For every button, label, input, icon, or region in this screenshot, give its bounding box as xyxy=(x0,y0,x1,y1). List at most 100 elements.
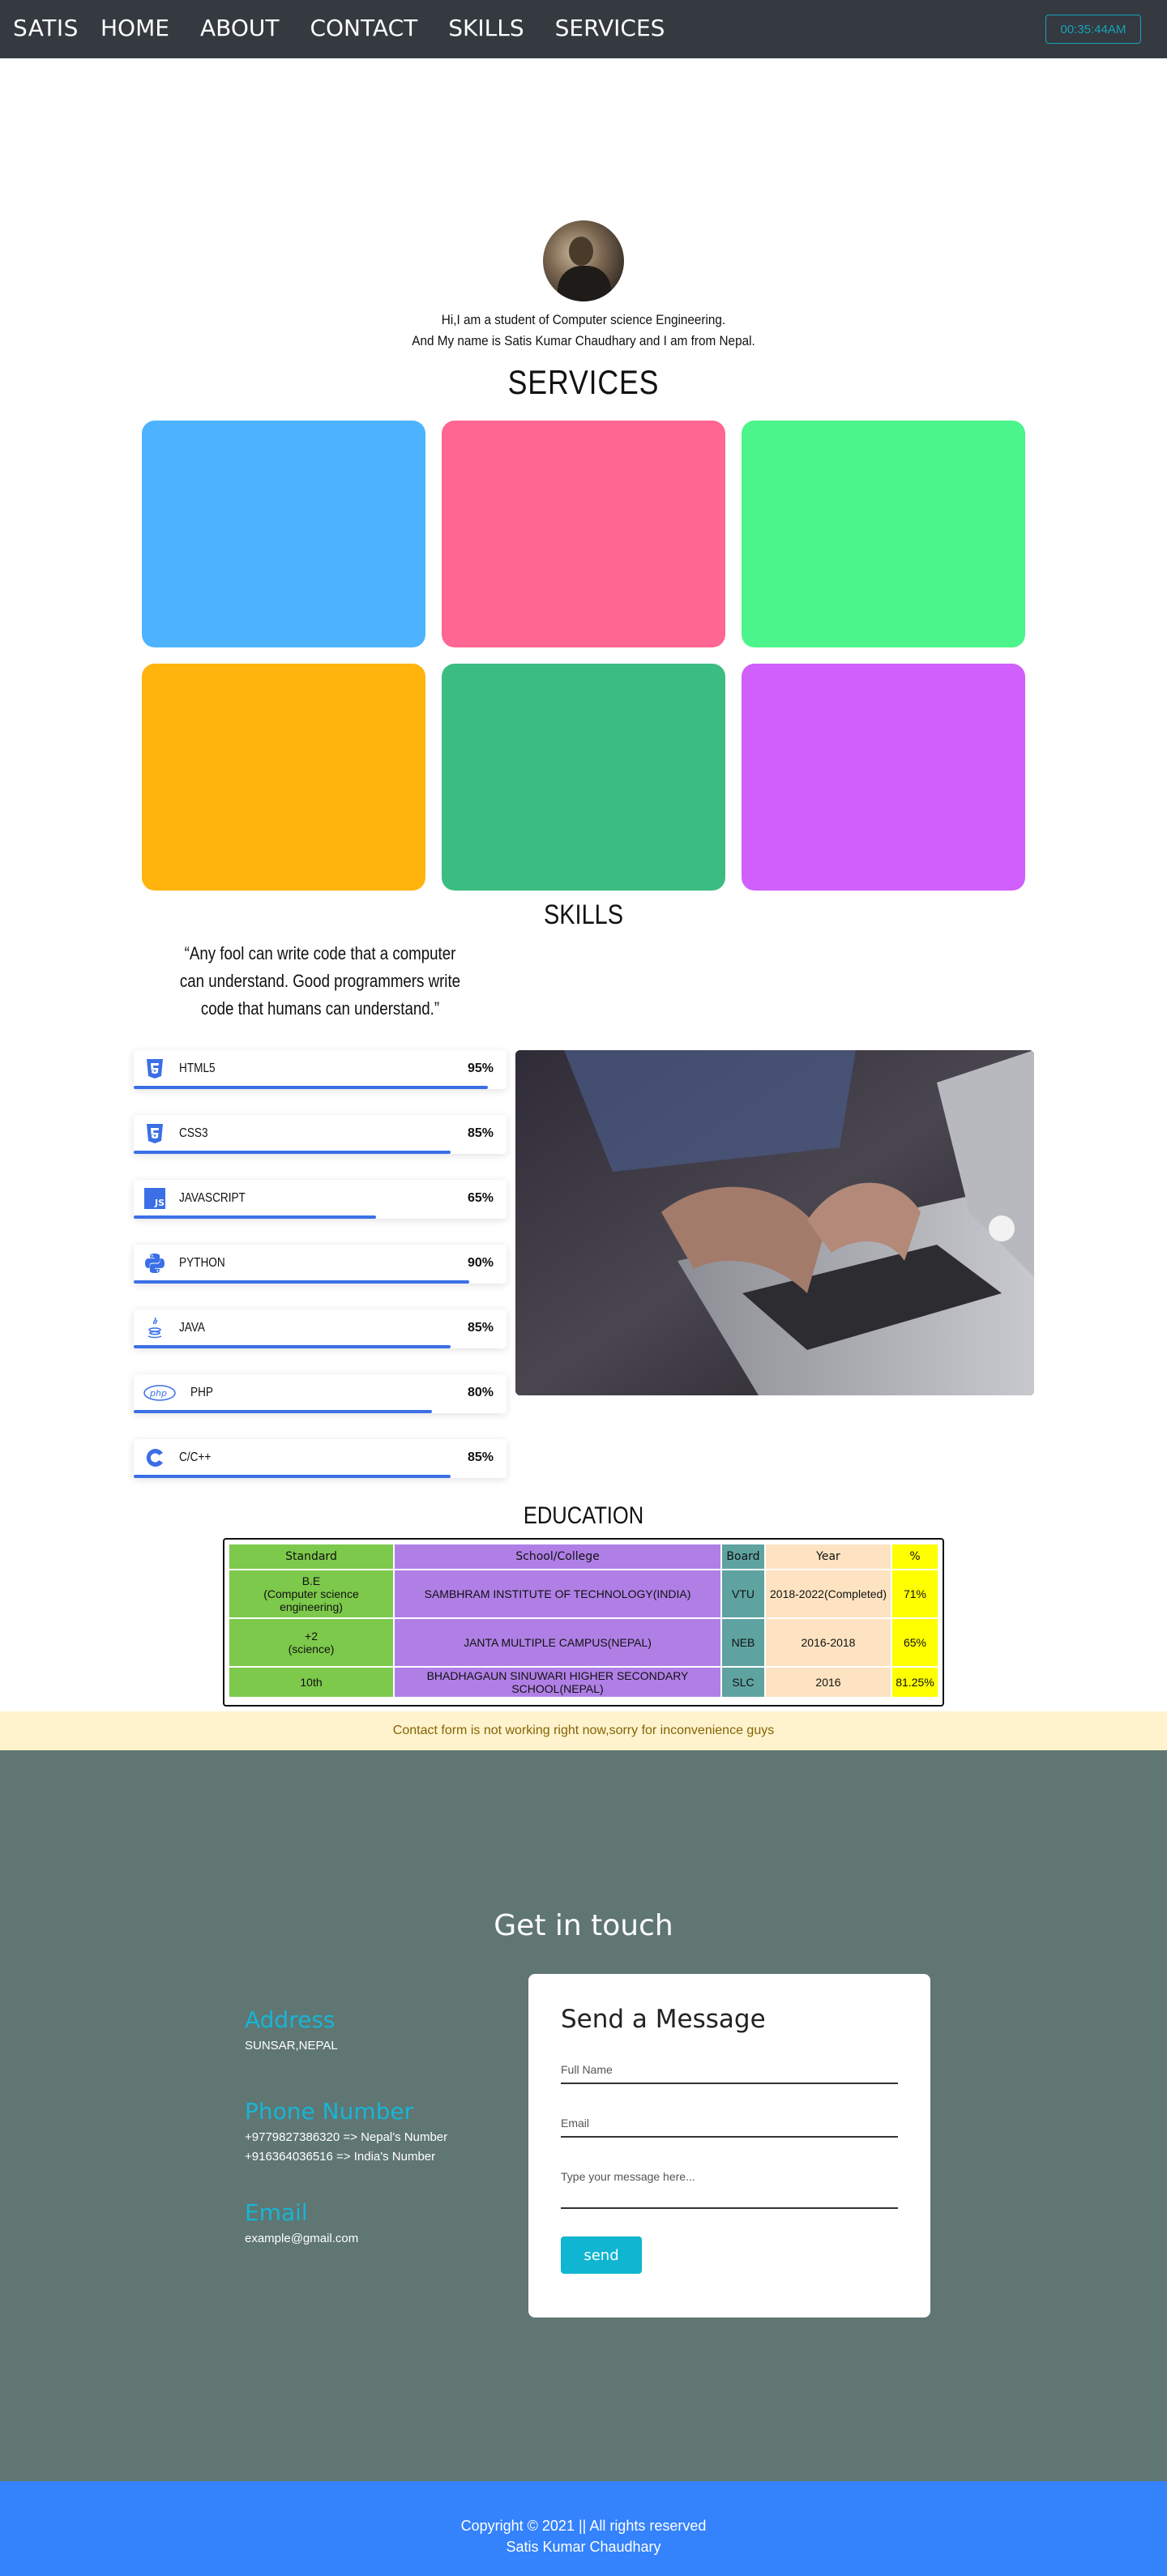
svg-text:JS: JS xyxy=(154,1198,165,1208)
service-card-6[interactable] xyxy=(742,664,1025,891)
skill-progress-bar xyxy=(134,1151,451,1154)
message-field[interactable]: Type your message here... xyxy=(561,2170,898,2209)
message-form: Send a Message Full Name Email Type your… xyxy=(528,1974,930,2318)
skill-name: JAVA xyxy=(179,1321,205,1335)
email-field[interactable]: Email xyxy=(561,2117,898,2138)
nav-links: HOME ABOUT CONTACT SKILLS SERVICES xyxy=(100,15,665,41)
service-card-3[interactable] xyxy=(742,421,1025,647)
table-cell: BHADHAGAUN SINUWARI HIGHER SECONDARY SCH… xyxy=(395,1668,720,1697)
table-cell: SLC xyxy=(722,1668,764,1697)
table-cell: 2016-2018 xyxy=(766,1619,891,1666)
table-cell: VTU xyxy=(722,1570,764,1617)
skill-name: PYTHON xyxy=(179,1256,225,1270)
standard-text: +2 xyxy=(305,1630,318,1643)
table-header: Board xyxy=(722,1544,764,1569)
python-icon xyxy=(143,1253,166,1274)
table-cell: B.E (Computer science engineering) xyxy=(229,1570,393,1617)
table-header: Standard xyxy=(229,1544,393,1569)
nav-link-about[interactable]: ABOUT xyxy=(200,15,280,41)
table-row: 10th BHADHAGAUN SINUWARI HIGHER SECONDAR… xyxy=(229,1668,938,1697)
table-row: +2 (science) JANTA MULTIPLE CAMPUS(NEPAL… xyxy=(229,1619,938,1666)
education-table: Standard School/College Board Year % B.E… xyxy=(228,1543,939,1698)
avatar-head-shape xyxy=(569,237,593,266)
laptop-photo xyxy=(515,1050,1034,1395)
brand-logo[interactable]: SATIS xyxy=(13,15,79,41)
js-icon: JS xyxy=(143,1188,166,1209)
notice-banner: Contact form is not working right now,so… xyxy=(0,1711,1167,1750)
skill-percent: 80% xyxy=(467,1386,494,1399)
contact-title: Get in touch xyxy=(494,1909,673,1942)
phone-value-1: +9779827386320 => Nepal's Number xyxy=(245,2130,448,2144)
table-row: B.E (Computer science engineering) SAMBH… xyxy=(229,1570,938,1617)
navbar: SATIS HOME ABOUT CONTACT SKILLS SERVICES… xyxy=(0,0,1167,58)
intro-line-2: And My name is Satis Kumar Chaudhary and… xyxy=(412,333,755,348)
table-cell: 65% xyxy=(892,1619,938,1666)
skills-quote: “Any fool can write code that a computer… xyxy=(179,943,461,1019)
svg-text:php: php xyxy=(149,1388,167,1399)
skill-name: HTML5 xyxy=(179,1062,216,1075)
form-title: Send a Message xyxy=(561,2005,766,2034)
table-cell: NEB xyxy=(722,1619,764,1666)
footer: Copyright © 2021 || All rights reserved … xyxy=(0,2481,1167,2576)
nav-link-home[interactable]: HOME xyxy=(100,15,169,41)
avatar-body-shape xyxy=(558,266,611,301)
skill-name: CSS3 xyxy=(179,1126,208,1140)
contact-section: Get in touch Address SUNSAR,NEPAL Phone … xyxy=(0,1750,1167,2481)
address-value: SUNSAR,NEPAL xyxy=(245,2039,338,2053)
html5-icon xyxy=(143,1058,166,1079)
nav-link-contact[interactable]: CONTACT xyxy=(310,15,417,41)
table-header: School/College xyxy=(395,1544,720,1569)
clock-display: 00:35:44AM xyxy=(1045,15,1141,44)
phone-value-2: +916364036516 => India's Number xyxy=(245,2150,436,2164)
standard-text: B.E xyxy=(301,1574,321,1587)
standard-sub-text: (Computer science engineering) xyxy=(263,1587,359,1613)
service-card-2[interactable] xyxy=(442,421,725,647)
table-cell: +2 (science) xyxy=(229,1619,393,1666)
skill-item-python: PYTHON 90% xyxy=(134,1245,507,1284)
skill-percent: 85% xyxy=(467,1321,494,1335)
service-card-1[interactable] xyxy=(142,421,425,647)
skill-name: JAVASCRIPT xyxy=(179,1191,246,1205)
nav-link-services[interactable]: SERVICES xyxy=(555,15,665,41)
table-cell: 71% xyxy=(892,1570,938,1617)
standard-sub-text: (science) xyxy=(288,1643,335,1655)
education-table-wrapper: Standard School/College Board Year % B.E… xyxy=(223,1538,944,1707)
skill-progress-bar xyxy=(134,1086,488,1089)
skill-progress-bar xyxy=(134,1215,376,1219)
table-cell: 2018-2022(Completed) xyxy=(766,1570,891,1617)
table-cell: 2016 xyxy=(766,1668,891,1697)
skill-progress-bar xyxy=(134,1280,469,1284)
skill-name: PHP xyxy=(190,1386,213,1399)
email-value[interactable]: example@gmail.com xyxy=(245,2229,504,2249)
copyright-text: Copyright © 2021 || All rights reserved xyxy=(460,2518,707,2534)
table-cell: JANTA MULTIPLE CAMPUS(NEPAL) xyxy=(395,1619,720,1666)
skill-percent: 85% xyxy=(467,1450,494,1464)
skill-percent: 85% xyxy=(467,1126,494,1140)
c-icon xyxy=(143,1447,166,1468)
skill-percent: 95% xyxy=(467,1062,494,1075)
email-label: Email xyxy=(245,2199,308,2226)
css3-icon xyxy=(143,1123,166,1144)
table-header: Year xyxy=(766,1544,891,1569)
contact-info: Address SUNSAR,NEPAL Phone Number +97798… xyxy=(245,2006,504,2249)
service-card-5[interactable] xyxy=(442,664,725,891)
full-name-field[interactable]: Full Name xyxy=(561,2063,898,2084)
table-header: % xyxy=(892,1544,938,1569)
skill-item-css3: CSS3 85% xyxy=(134,1115,507,1154)
nav-link-skills[interactable]: SKILLS xyxy=(448,15,524,41)
skill-progress-bar xyxy=(134,1410,432,1413)
services-heading: SERVICES xyxy=(507,363,660,401)
table-cell: 10th xyxy=(229,1668,393,1697)
skill-item-java: JAVA 85% xyxy=(134,1309,507,1348)
intro-line-1: Hi,I am a student of Computer science En… xyxy=(441,312,726,327)
skill-item-javascript: JS JAVASCRIPT 65% xyxy=(134,1180,507,1219)
table-cell: SAMBHRAM INSTITUTE OF TECHNOLOGY(INDIA) xyxy=(395,1570,720,1617)
intro-text: Hi,I am a student of Computer science En… xyxy=(58,310,1109,352)
skills-heading: SKILLS xyxy=(543,899,624,930)
education-heading: EDUCATION xyxy=(523,1502,644,1529)
send-button[interactable]: send xyxy=(561,2236,642,2274)
services-grid xyxy=(142,421,1025,891)
skills-list: HTML5 95% CSS3 85% JS JAVASCRIPT 65% PYT… xyxy=(134,1050,507,1504)
service-card-4[interactable] xyxy=(142,664,425,891)
skill-progress-bar xyxy=(134,1345,451,1348)
